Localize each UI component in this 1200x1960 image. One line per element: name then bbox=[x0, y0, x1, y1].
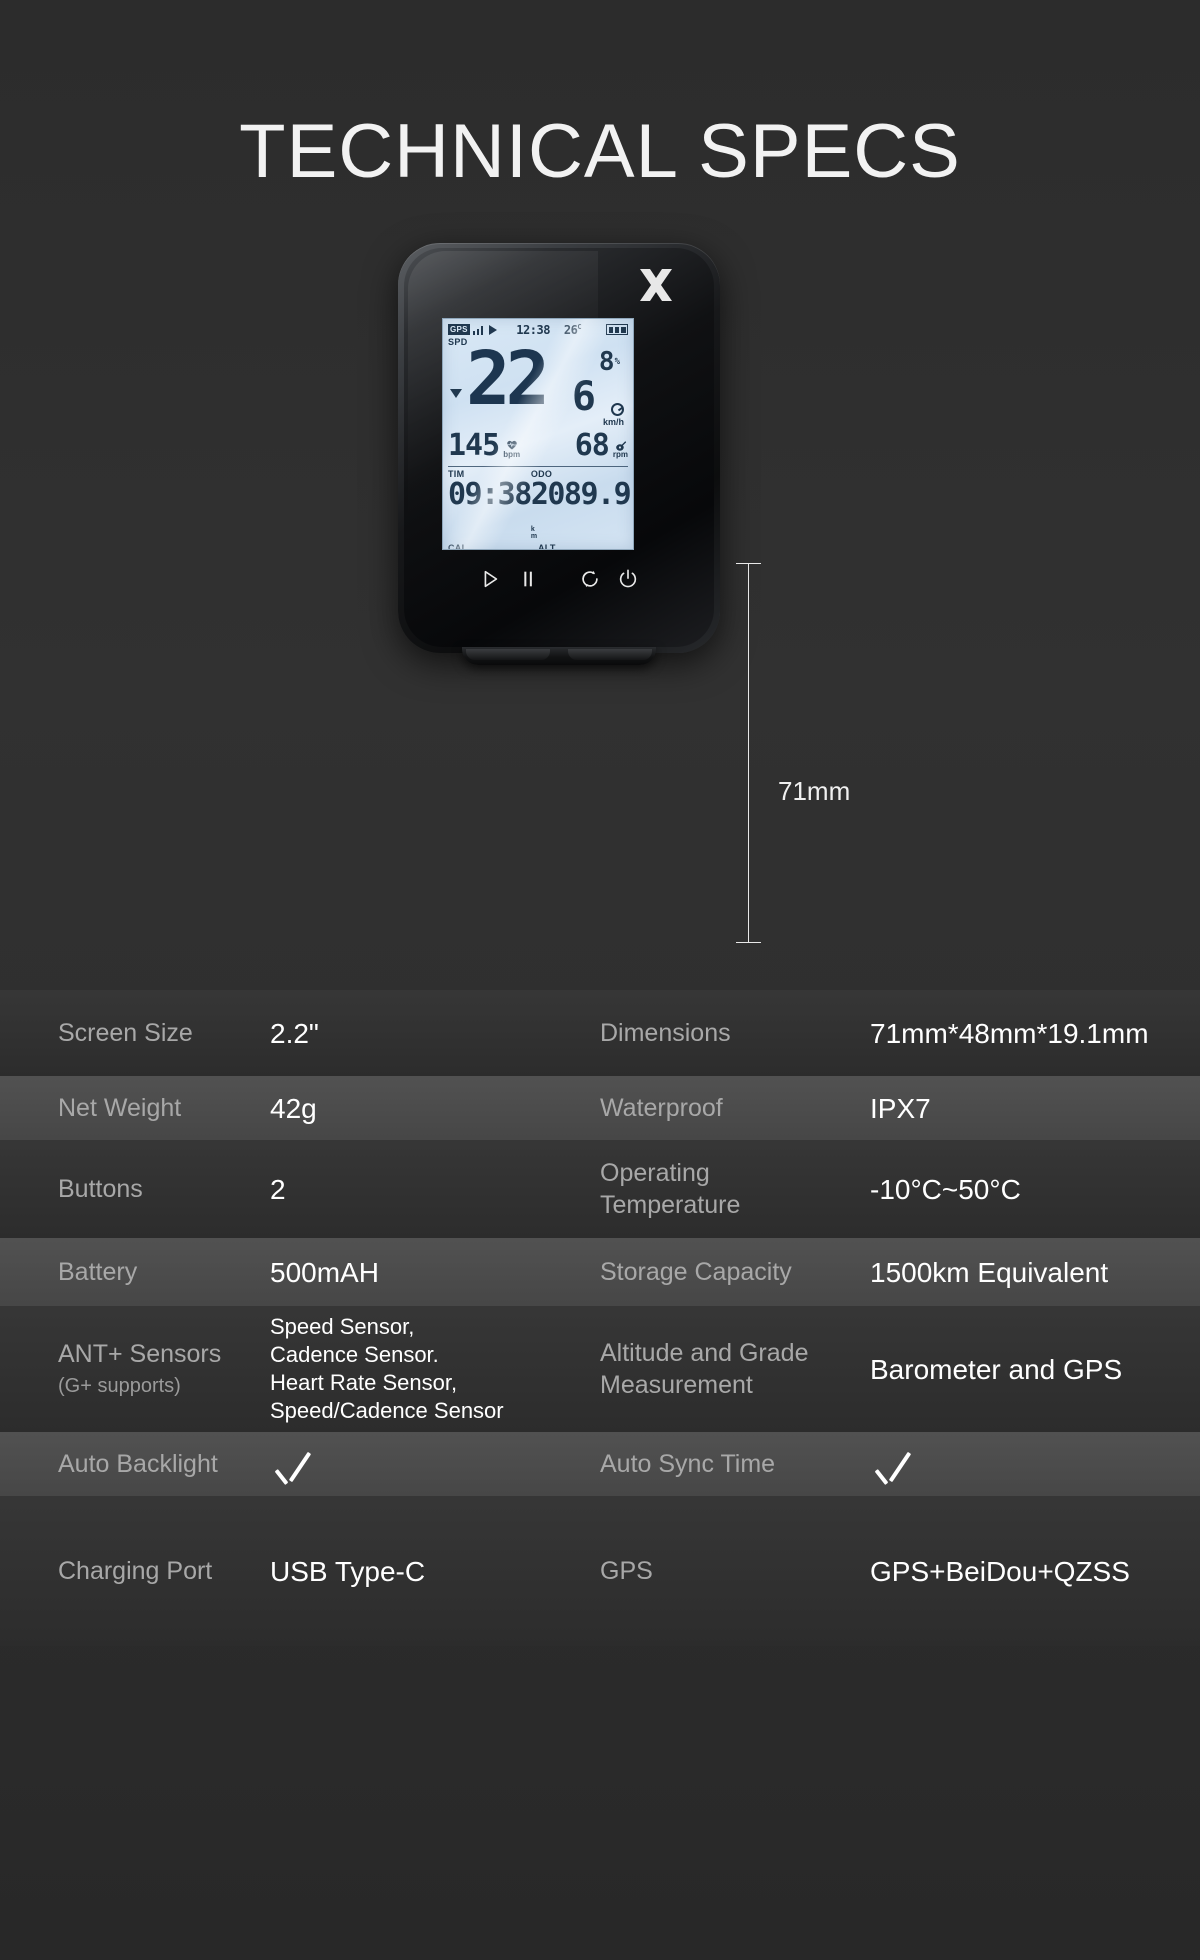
speedometer-icon bbox=[611, 403, 624, 416]
signal-strength-icon bbox=[472, 324, 484, 335]
height-dimension-line bbox=[736, 563, 761, 943]
gps-badge-icon: GPS bbox=[448, 324, 470, 335]
spec-value: 500mAH bbox=[270, 1256, 379, 1288]
device-button-row bbox=[398, 568, 720, 590]
lcd-odo-cell: ODO 2089.9k m bbox=[530, 469, 632, 543]
spec-value: IPX7 bbox=[870, 1092, 931, 1124]
lcd-odo-value: 2089.9k m bbox=[530, 477, 632, 541]
lcd-speed-unit: km/h bbox=[603, 403, 624, 427]
technical-specs-page: TECHNICAL SPECS GPS 12:38 26C SPD 22 6 8… bbox=[0, 0, 1200, 1960]
page-title: TECHNICAL SPECS bbox=[239, 109, 961, 194]
lcd-screen: GPS 12:38 26C SPD 22 6 8% km/h 145 bpm 6… bbox=[442, 318, 634, 550]
spec-label: Auto Backlight bbox=[58, 1449, 218, 1478]
spec-label: Charging Port bbox=[58, 1556, 213, 1585]
left-button-group bbox=[479, 568, 539, 590]
table-row: Buttons 2 Operating Temperature -10°C~50… bbox=[0, 1140, 1200, 1238]
lcd-speed-block: 22 6 8% km/h bbox=[448, 341, 628, 427]
table-row: ANT+ Sensors (G+ supports) Speed Sensor,… bbox=[0, 1306, 1200, 1432]
speed-trend-down-icon bbox=[450, 389, 462, 398]
checkmark-icon bbox=[270, 1455, 316, 1501]
device-body: GPS 12:38 26C SPD 22 6 8% km/h 145 bpm 6… bbox=[398, 243, 720, 653]
spec-label: Storage Capacity bbox=[600, 1257, 792, 1286]
spec-label: Auto Sync Time bbox=[600, 1449, 776, 1478]
table-row: Battery 500mAH Storage Capacity 1500km E… bbox=[0, 1238, 1200, 1306]
lcd-bpm-unit: bpm bbox=[503, 450, 521, 459]
checkmark-icon bbox=[870, 1455, 916, 1501]
lcd-cal-cell: CAL 3699cals bbox=[448, 543, 538, 550]
spec-label: Operating Temperature bbox=[600, 1158, 741, 1220]
spec-value: 2.2" bbox=[270, 1017, 319, 1049]
lcd-time-value: 09:38 bbox=[448, 477, 532, 512]
lap-reset-button[interactable] bbox=[579, 568, 601, 590]
lcd-odo-unit: km bbox=[530, 526, 537, 540]
spec-label: ANT+ Sensors (G+ supports) bbox=[0, 1340, 270, 1398]
spec-value: 71mm*48mm*19.1mm bbox=[870, 1017, 1149, 1049]
device-hero: GPS 12:38 26C SPD 22 6 8% km/h 145 bpm 6… bbox=[0, 233, 1200, 1101]
lcd-status-bar: GPS 12:38 26C bbox=[448, 322, 628, 337]
heart-icon bbox=[506, 439, 518, 450]
spec-value: Speed Sensor, Cadence Sensor. Heart Rate… bbox=[270, 1313, 504, 1424]
spec-label: Battery bbox=[58, 1257, 138, 1286]
spec-value: Barometer and GPS bbox=[870, 1353, 1123, 1385]
spec-label: GPS bbox=[600, 1556, 653, 1585]
lcd-heart-rate-value: 145 bbox=[448, 428, 500, 463]
spec-value: 42g bbox=[270, 1092, 317, 1124]
spec-label: Net Weight bbox=[58, 1093, 182, 1122]
lcd-time-odo-row: TIM 09:38 ODO 2089.9k m bbox=[448, 469, 632, 543]
recording-play-icon bbox=[489, 324, 498, 335]
spec-label: Waterproof bbox=[600, 1093, 723, 1122]
table-row: Charging Port USB Type-C GPS GPS+BeiDou+… bbox=[0, 1496, 1200, 1646]
lcd-time-cell: TIM 09:38 bbox=[448, 469, 532, 543]
play-button[interactable] bbox=[479, 568, 501, 590]
battery-icon bbox=[606, 324, 628, 335]
spec-value-check bbox=[870, 1420, 1200, 1509]
lcd-clock: 12:38 bbox=[516, 322, 550, 337]
bike-computer-device: GPS 12:38 26C SPD 22 6 8% km/h 145 bpm 6… bbox=[398, 243, 720, 678]
table-row: Net Weight 42g Waterproof IPX7 bbox=[0, 1076, 1200, 1140]
lcd-cal-alt-row: CAL 3699cals ALT 698m bbox=[448, 543, 628, 550]
spec-label: Buttons bbox=[58, 1174, 143, 1203]
power-button[interactable] bbox=[617, 568, 639, 590]
device-mount-base bbox=[462, 647, 656, 665]
lcd-cal-label: CAL bbox=[448, 543, 468, 550]
spec-label: Dimensions bbox=[600, 1018, 731, 1047]
lcd-alt-label: ALT bbox=[538, 543, 556, 550]
spec-label: Altitude and Grade Measurement bbox=[600, 1338, 809, 1400]
lcd-hr-cadence-row: 145 bpm 68 rpm bbox=[448, 427, 628, 461]
spec-label-sub: (G+ supports) bbox=[58, 1374, 181, 1397]
right-button-group bbox=[579, 568, 639, 590]
height-dimension-label: 71mm bbox=[778, 776, 851, 806]
cadence-icon bbox=[614, 438, 627, 451]
spec-value: 2 bbox=[270, 1173, 286, 1205]
pause-button[interactable] bbox=[517, 568, 539, 590]
heart-rate-unit-group: bpm bbox=[503, 439, 520, 459]
lcd-divider-1 bbox=[448, 466, 628, 467]
table-row: Screen Size 2.2" Dimensions 71mm*48mm*19… bbox=[0, 990, 1200, 1076]
spec-value-check bbox=[270, 1420, 600, 1509]
spec-value: 1500km Equivalent bbox=[870, 1256, 1109, 1288]
lcd-cadence-value: 68 bbox=[574, 428, 610, 463]
table-row: Auto Backlight Auto Sync Time bbox=[0, 1432, 1200, 1496]
spec-label-main: ANT+ Sensors bbox=[58, 1340, 222, 1369]
lcd-grade-value: 8% bbox=[598, 347, 620, 377]
lcd-alt-cell: ALT 698m bbox=[538, 543, 628, 550]
spec-label: Screen Size bbox=[58, 1018, 193, 1047]
spec-value: GPS+BeiDou+QZSS bbox=[870, 1555, 1130, 1587]
xoss-x-logo-icon bbox=[636, 265, 676, 305]
spec-value: USB Type-C bbox=[270, 1555, 426, 1587]
lcd-rpm-unit: rpm bbox=[612, 450, 628, 459]
spec-table: Screen Size 2.2" Dimensions 71mm*48mm*19… bbox=[0, 990, 1200, 1646]
cadence-unit-group: rpm bbox=[613, 438, 628, 459]
lcd-speed-decimal: 6 bbox=[571, 374, 596, 420]
spec-value: -10°C~50°C bbox=[870, 1173, 1021, 1205]
lcd-speed-integer: 22 bbox=[466, 336, 550, 422]
lcd-temperature: 26C bbox=[563, 322, 582, 337]
